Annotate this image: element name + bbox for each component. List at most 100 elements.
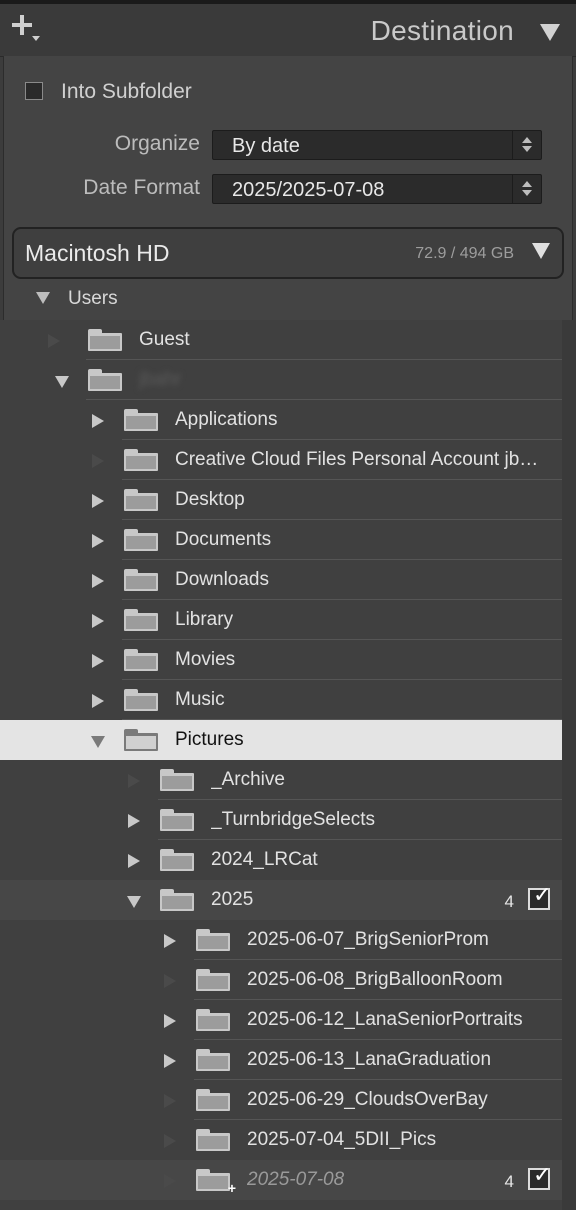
disclosure-icon — [164, 1174, 176, 1188]
folder-name: Library — [175, 609, 234, 630]
disclosure-closed-icon[interactable] — [128, 854, 140, 868]
folder-name: Movies — [175, 649, 236, 670]
disclosure-closed-icon[interactable] — [164, 1014, 176, 1028]
folder-icon — [124, 689, 158, 711]
folder-row[interactable]: Music — [0, 680, 562, 720]
folder-name: Applications — [175, 409, 278, 430]
checkbox-checked-icon[interactable]: ✓ — [528, 1164, 551, 1190]
folder-row-new[interactable]: + 2025-07-08 4 ✓ — [0, 1160, 562, 1200]
disclosure-icon — [92, 454, 104, 468]
volume-name: Macintosh HD — [25, 240, 170, 266]
folder-icon — [124, 609, 158, 631]
volume-size: 72.9 / 494 GB — [415, 245, 514, 262]
folder-icon — [196, 1089, 230, 1111]
disclosure-icon — [128, 774, 140, 788]
disclosure-open-icon[interactable] — [55, 376, 69, 388]
users-label: Users — [68, 288, 118, 309]
checkbox-checked-icon[interactable]: ✓ — [528, 884, 551, 910]
folder-row[interactable]: Creative Cloud Files Personal Account jb… — [0, 440, 562, 480]
folder-row[interactable]: 2025-06-08_BrigBalloonRoom — [0, 960, 562, 1000]
date-format-select[interactable]: 2025/2025-07-08 — [212, 174, 542, 204]
destination-panel-header[interactable]: Destination — [0, 4, 576, 57]
triangle-down-icon[interactable] — [540, 24, 560, 41]
folder-icon — [124, 489, 158, 511]
organize-label: Organize — [114, 132, 200, 155]
folder-icon — [196, 1049, 230, 1071]
folder-name: Pictures — [175, 729, 244, 750]
folder-row[interactable]: Downloads — [0, 560, 562, 600]
folder-row[interactable]: _TurnbridgeSelects — [0, 800, 562, 840]
folder-name: Music — [175, 689, 225, 710]
panel-title: Destination — [370, 15, 514, 46]
users-folder-row[interactable]: Users — [4, 282, 572, 318]
folder-icon — [124, 409, 158, 431]
folder-name: Downloads — [175, 569, 269, 590]
updown-arrows-icon[interactable] — [512, 175, 541, 203]
folder-name: 2025-06-08_BrigBalloonRoom — [247, 969, 503, 990]
folder-icon — [160, 849, 194, 871]
updown-arrows-icon[interactable] — [512, 131, 541, 159]
folder-icon — [124, 569, 158, 591]
folder-icon — [124, 649, 158, 671]
disclosure-open-icon[interactable] — [91, 736, 105, 748]
scrollbar-track[interactable] — [562, 320, 576, 1210]
folder-row[interactable]: 2025-06-29_CloudsOverBay — [0, 1080, 562, 1120]
disclosure-closed-icon[interactable] — [92, 414, 104, 428]
folder-row[interactable]: 2025 4 ✓ — [0, 880, 562, 920]
folder-name: 2025-07-04_5DII_Pics — [247, 1129, 437, 1150]
folder-name: jbahr — [139, 369, 182, 390]
disclosure-closed-icon[interactable] — [92, 654, 104, 668]
folder-name: Documents — [175, 529, 272, 550]
folder-row[interactable]: _Archive — [0, 760, 562, 800]
disclosure-closed-icon[interactable] — [164, 934, 176, 948]
plus-icon[interactable] — [12, 14, 40, 42]
disclosure-icon — [48, 334, 60, 348]
folder-icon — [88, 329, 122, 351]
triangle-down-icon[interactable] — [532, 243, 550, 259]
disclosure-closed-icon[interactable] — [92, 614, 104, 628]
disclosure-open-icon[interactable] — [36, 292, 50, 304]
date-format-value: 2025/2025-07-08 — [232, 179, 385, 201]
folder-row[interactable]: Desktop — [0, 480, 562, 520]
disclosure-closed-icon[interactable] — [164, 1054, 176, 1068]
disclosure-closed-icon[interactable] — [128, 814, 140, 828]
folder-row[interactable]: jbahr — [0, 360, 562, 400]
volume-header[interactable]: Macintosh HD 72.9 / 494 GB — [12, 227, 564, 279]
folder-name: 2025-06-13_LanaGraduation — [247, 1049, 492, 1070]
organize-value: By date — [232, 135, 300, 157]
folder-row-selected[interactable]: Pictures — [0, 720, 562, 760]
folder-icon — [196, 1009, 230, 1031]
into-subfolder-checkbox[interactable] — [25, 82, 43, 100]
folder-row[interactable]: 2025-06-12_LanaSeniorPortraits — [0, 1000, 562, 1040]
disclosure-open-icon[interactable] — [127, 896, 141, 908]
organize-select[interactable]: By date — [212, 130, 542, 160]
destination-options: Into Subfolder Organize By date Date For… — [3, 56, 573, 320]
folder-icon — [124, 729, 158, 751]
folder-icon — [88, 369, 122, 391]
folder-row[interactable]: Applications — [0, 400, 562, 440]
disclosure-icon — [164, 974, 176, 988]
disclosure-closed-icon[interactable] — [92, 694, 104, 708]
selection-arrow-icon — [0, 720, 22, 760]
disclosure-closed-icon[interactable] — [92, 534, 104, 548]
date-format-label: Date Format — [83, 176, 200, 199]
folder-row[interactable]: Library — [0, 600, 562, 640]
into-subfolder-label: Into Subfolder — [61, 80, 192, 103]
folder-name: 2025-07-08 — [247, 1169, 345, 1190]
folder-row[interactable]: 2024_LRCat — [0, 840, 562, 880]
folder-icon — [196, 929, 230, 951]
folder-row[interactable]: Guest — [0, 320, 562, 360]
folder-row[interactable]: 2025-07-04_5DII_Pics — [0, 1120, 562, 1160]
folder-icon — [124, 449, 158, 471]
disclosure-closed-icon[interactable] — [92, 574, 104, 588]
folder-name: 2024_LRCat — [211, 849, 318, 870]
folder-row[interactable]: Documents — [0, 520, 562, 560]
folder-name: Desktop — [175, 489, 245, 510]
folder-name: 2025-06-07_BrigSeniorProm — [247, 929, 489, 950]
folder-row[interactable]: Movies — [0, 640, 562, 680]
folder-row[interactable]: 2025-06-07_BrigSeniorProm — [0, 920, 562, 960]
folder-row[interactable]: 2025-06-13_LanaGraduation — [0, 1040, 562, 1080]
folder-name: Guest — [139, 329, 190, 350]
disclosure-closed-icon[interactable] — [92, 494, 104, 508]
folder-name: _TurnbridgeSelects — [211, 809, 376, 830]
